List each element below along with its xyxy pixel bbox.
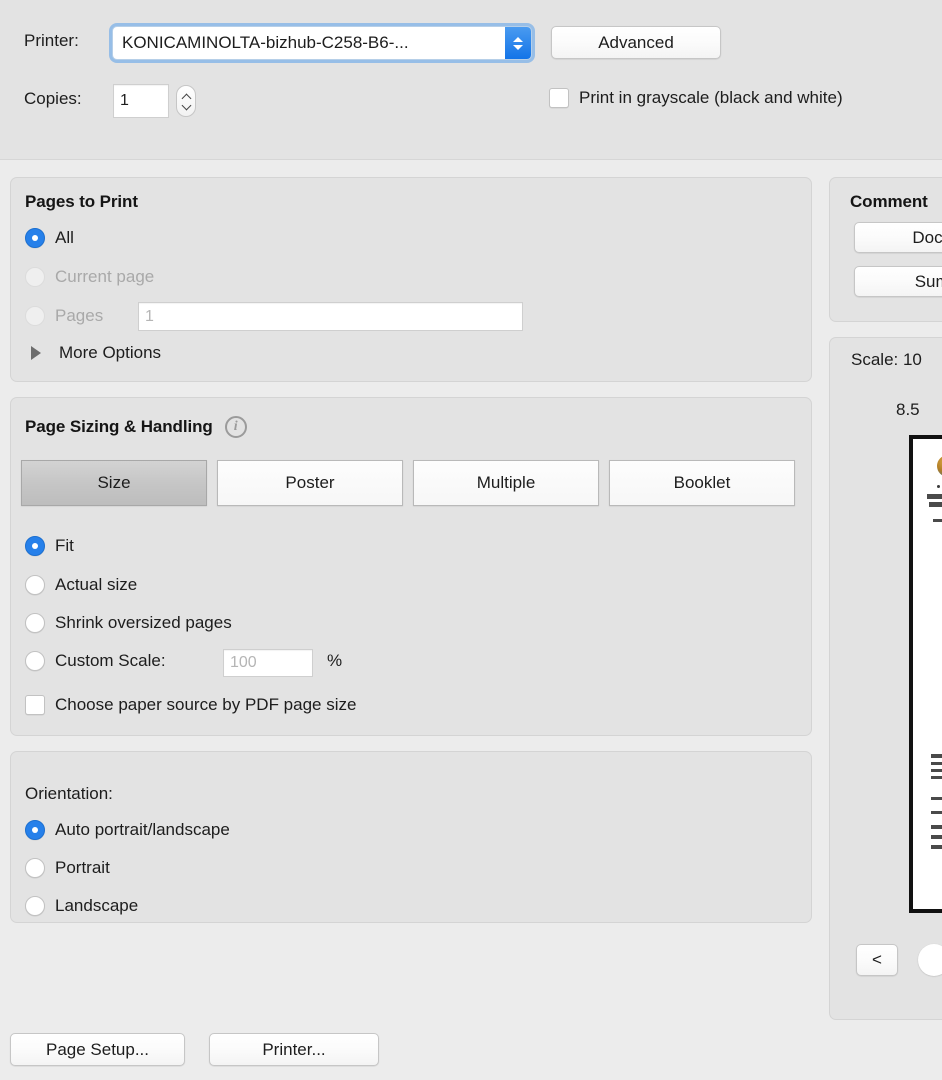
radio-shrink-oversized-control[interactable]: [25, 613, 45, 633]
radio-auto-orientation-label: Auto portrait/landscape: [55, 820, 230, 840]
radio-pages-label: Pages: [55, 306, 103, 326]
tab-booklet[interactable]: Booklet: [609, 460, 795, 506]
info-icon[interactable]: i: [225, 416, 247, 438]
printer-select-chevrons[interactable]: [505, 27, 531, 59]
copies-stepper[interactable]: [176, 85, 196, 117]
radio-actual-size-control[interactable]: [25, 575, 45, 595]
printer-button[interactable]: Printer...: [209, 1033, 379, 1066]
preview-scale-label: Scale: 10: [851, 350, 922, 370]
more-options-disclosure[interactable]: More Options: [31, 343, 161, 363]
orientation-panel: Orientation: Auto portrait/landscape Por…: [10, 751, 812, 923]
comments-title: Comment: [850, 192, 928, 212]
page-sizing-tabs: Size Poster Multiple Booklet: [21, 460, 801, 506]
radio-custom-scale-control[interactable]: [25, 651, 45, 671]
custom-scale-input[interactable]: 100: [223, 649, 313, 677]
tab-size[interactable]: Size: [21, 460, 207, 506]
radio-landscape[interactable]: Landscape: [25, 896, 138, 916]
radio-shrink-oversized-label: Shrink oversized pages: [55, 613, 232, 633]
page-preview-thumbnail[interactable]: [909, 435, 942, 913]
page-preview-content: [923, 449, 942, 899]
chevron-up-icon: [513, 37, 523, 42]
chevron-down-icon: [513, 45, 523, 50]
preview-page-indicator[interactable]: [918, 944, 942, 976]
radio-portrait-label: Portrait: [55, 858, 110, 878]
radio-all-control[interactable]: [25, 228, 45, 248]
radio-landscape-label: Landscape: [55, 896, 138, 916]
radio-all-label: All: [55, 228, 74, 248]
tab-poster[interactable]: Poster: [217, 460, 403, 506]
grayscale-checkbox-row[interactable]: Print in grayscale (black and white): [549, 88, 843, 108]
radio-current-page-control[interactable]: [25, 267, 45, 287]
radio-current-page[interactable]: Current page: [25, 267, 154, 287]
stepper-up-icon: [182, 94, 191, 99]
stepper-down-icon: [182, 103, 191, 108]
document-logo-icon: [937, 455, 942, 477]
page-sizing-title: Page Sizing & Handling: [25, 417, 213, 437]
radio-fit-label: Fit: [55, 536, 74, 556]
paper-source-label: Choose paper source by PDF page size: [55, 695, 356, 715]
radio-fit[interactable]: Fit: [25, 536, 74, 556]
printer-select[interactable]: KONICAMINOLTA-bizhub-C258-B6-...: [112, 26, 532, 60]
radio-fit-control[interactable]: [25, 536, 45, 556]
radio-current-page-label: Current page: [55, 267, 154, 287]
print-dialog: Printer: KONICAMINOLTA-bizhub-C258-B6-..…: [0, 0, 942, 1080]
copies-label: Copies:: [24, 89, 82, 109]
paper-source-checkbox-row[interactable]: Choose paper source by PDF page size: [25, 695, 356, 715]
more-options-label: More Options: [59, 343, 161, 363]
preview-previous-page-button[interactable]: <: [856, 944, 898, 976]
advanced-button[interactable]: Advanced: [551, 26, 721, 59]
radio-all[interactable]: All: [25, 228, 74, 248]
page-setup-button[interactable]: Page Setup...: [10, 1033, 185, 1066]
page-sizing-header: Page Sizing & Handling i: [25, 416, 247, 438]
printer-label: Printer:: [24, 31, 79, 51]
triangle-right-icon: [31, 346, 41, 360]
preview-dimension-label: 8.5: [896, 400, 920, 420]
grayscale-checkbox[interactable]: [549, 88, 569, 108]
pages-to-print-title: Pages to Print: [25, 192, 138, 212]
comments-document-button[interactable]: Docume: [854, 222, 942, 253]
orientation-title: Orientation:: [25, 784, 113, 804]
radio-actual-size-label: Actual size: [55, 575, 137, 595]
comments-panel: Comment Docume Summa: [829, 177, 942, 322]
pages-to-print-panel: Pages to Print All Current page Pages 1 …: [10, 177, 812, 382]
paper-source-checkbox[interactable]: [25, 695, 45, 715]
radio-pages[interactable]: Pages: [25, 306, 103, 326]
radio-custom-scale[interactable]: Custom Scale:: [25, 651, 166, 671]
radio-portrait[interactable]: Portrait: [25, 858, 110, 878]
printer-settings-bar: Printer: KONICAMINOLTA-bizhub-C258-B6-..…: [0, 0, 942, 160]
preview-panel: Scale: 10 8.5: [829, 337, 942, 1020]
radio-portrait-control[interactable]: [25, 858, 45, 878]
comments-summary-button[interactable]: Summa: [854, 266, 942, 297]
dialog-footer: Page Setup... Printer...: [0, 1020, 942, 1080]
radio-pages-control[interactable]: [25, 306, 45, 326]
radio-landscape-control[interactable]: [25, 896, 45, 916]
grayscale-label: Print in grayscale (black and white): [579, 88, 843, 108]
pages-range-input[interactable]: 1: [138, 302, 523, 331]
radio-shrink-oversized[interactable]: Shrink oversized pages: [25, 613, 232, 633]
radio-auto-orientation-control[interactable]: [25, 820, 45, 840]
tab-multiple[interactable]: Multiple: [413, 460, 599, 506]
radio-custom-scale-label: Custom Scale:: [55, 651, 166, 671]
page-sizing-panel: Page Sizing & Handling i Size Poster Mul…: [10, 397, 812, 736]
copies-input[interactable]: 1: [113, 84, 169, 118]
printer-select-value: KONICAMINOLTA-bizhub-C258-B6-...: [113, 33, 505, 53]
radio-auto-orientation[interactable]: Auto portrait/landscape: [25, 820, 230, 840]
percent-label: %: [327, 651, 342, 671]
radio-actual-size[interactable]: Actual size: [25, 575, 137, 595]
